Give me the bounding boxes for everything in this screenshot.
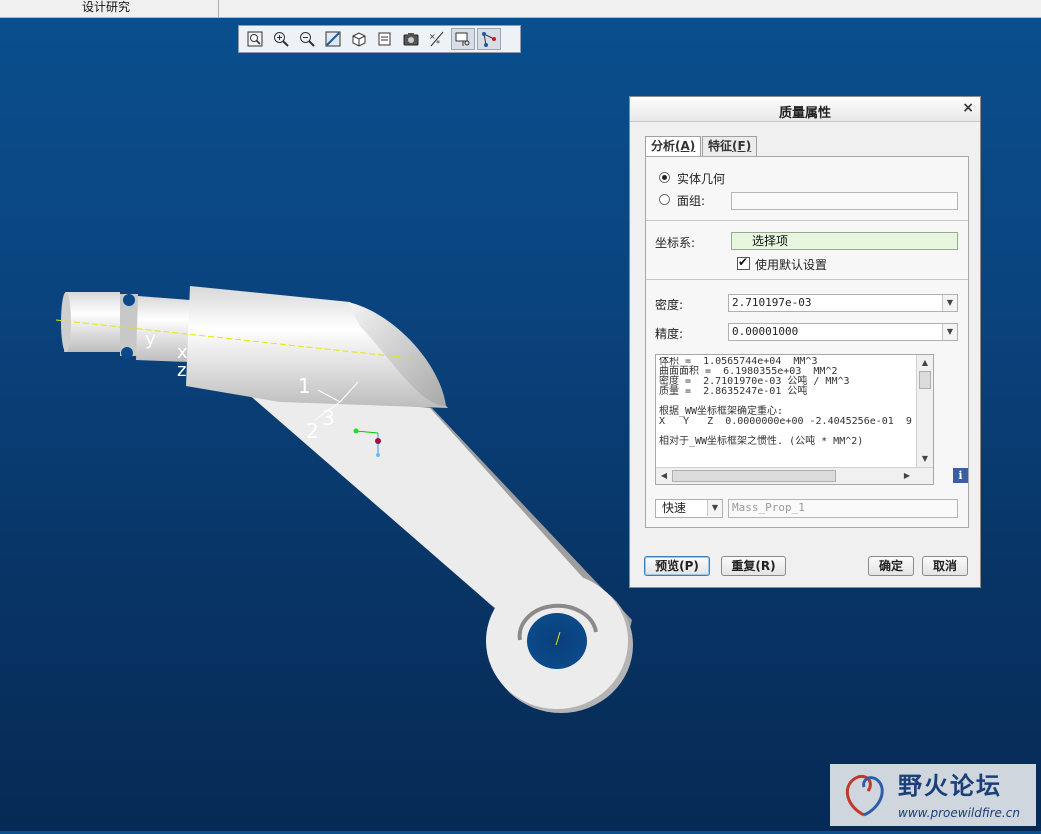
density-field[interactable]: 2.710197e-03 ▼ bbox=[728, 294, 958, 312]
density-value: 2.710197e-03 bbox=[732, 296, 812, 309]
tab-feature-label: 特征 bbox=[708, 139, 733, 153]
chevron-down-icon[interactable]: ▼ bbox=[707, 500, 722, 516]
watermark-url: www.proewildfire.cn bbox=[898, 806, 1020, 820]
tab-feature[interactable]: 特征(F) bbox=[702, 136, 758, 156]
cancel-button[interactable]: 取消 bbox=[922, 556, 968, 576]
density-label: 密度: bbox=[655, 298, 684, 312]
scroll-down-icon[interactable]: ▼ bbox=[918, 452, 932, 466]
quilt-collector[interactable] bbox=[731, 192, 958, 210]
saved-views-icon bbox=[378, 32, 391, 46]
ribbon-tab[interactable]: 设计研究 bbox=[0, 0, 219, 17]
ok-button[interactable]: 确定 bbox=[868, 556, 914, 576]
zoom-in-icon bbox=[274, 32, 289, 47]
forum-watermark: 野火论坛 www.proewildfire.cn bbox=[830, 764, 1036, 826]
info-icon[interactable]: i bbox=[953, 468, 968, 483]
analysis-panel: 实体几何 面组: 坐标系: 选择项 使用默认设置 密度: 2.710197e-0… bbox=[645, 156, 969, 528]
accuracy-field[interactable]: 0.00001000 ▼ bbox=[728, 323, 958, 341]
repeat-button[interactable]: 重复(R) bbox=[721, 556, 786, 576]
scroll-left-icon[interactable]: ◀ bbox=[657, 469, 671, 483]
quilt-label: 面组: bbox=[677, 194, 706, 208]
datum-display-button[interactable]: × * bbox=[425, 28, 449, 50]
ribbon-tab-label: 设计研究 bbox=[82, 0, 131, 14]
scroll-thumb[interactable] bbox=[919, 371, 931, 389]
results-line: 相对于_WW坐标框架之惯性. (公吨 * MM^2) bbox=[659, 436, 864, 447]
view-manager-button[interactable] bbox=[399, 28, 423, 50]
vertical-scrollbar[interactable]: ▲ ▼ bbox=[916, 355, 933, 467]
divider bbox=[646, 279, 968, 280]
refit-zoom-icon bbox=[247, 31, 263, 47]
watermark-title: 野火论坛 bbox=[898, 772, 1002, 800]
accuracy-label: 精度: bbox=[655, 327, 684, 341]
solid-geometry-label: 实体几何 bbox=[677, 172, 726, 186]
csys-label-1: 1 bbox=[298, 374, 311, 398]
results-text: 体积 = 1.0565744e+04 MM^3 曲面面积 = 6.1980355e… bbox=[659, 357, 915, 447]
dialog-title-bar[interactable]: 质量属性 × bbox=[630, 97, 980, 122]
scroll-up-icon[interactable]: ▲ bbox=[918, 356, 932, 370]
svg-text:*: * bbox=[436, 39, 440, 48]
svg-text:×: × bbox=[429, 32, 436, 41]
reorient-icon bbox=[325, 31, 341, 47]
point-display-button[interactable] bbox=[477, 28, 501, 50]
zoom-out-button[interactable] bbox=[295, 28, 319, 50]
mass-properties-dialog: 质量属性 × 分析(A) 特征(F) 实体几何 面组: 坐标系: 选择项 使用默… bbox=[629, 96, 981, 588]
tab-feature-mnemonic: (F) bbox=[732, 139, 752, 153]
solid-geometry-radio[interactable] bbox=[659, 172, 670, 183]
saved-views-button[interactable] bbox=[373, 28, 397, 50]
quilt-radio[interactable] bbox=[659, 194, 670, 205]
point-display-icon bbox=[482, 32, 496, 47]
chevron-down-icon[interactable]: ▼ bbox=[942, 324, 957, 340]
dialog-title: 质量属性 bbox=[778, 106, 831, 121]
reorient-button[interactable] bbox=[321, 28, 345, 50]
datum-display-icon: ×* bbox=[429, 31, 444, 48]
divider bbox=[646, 220, 968, 221]
scroll-thumb[interactable] bbox=[672, 470, 836, 482]
zoom-out-icon bbox=[300, 32, 315, 47]
results-area[interactable]: 体积 = 1.0565744e+04 MM^3 曲面面积 = 6.1980355e… bbox=[655, 354, 934, 485]
csys-label-3: 3 bbox=[322, 406, 335, 430]
refit-zoom-button[interactable] bbox=[243, 28, 267, 50]
csys-collector[interactable]: 选择项 bbox=[731, 232, 958, 250]
results-line: 质量 = 2.8635247e-01 公吨 bbox=[659, 386, 808, 397]
analysis-name-field[interactable]: Mass_Prop_1 bbox=[728, 499, 958, 518]
tab-analysis-mnemonic: (A) bbox=[675, 139, 696, 153]
preview-button[interactable]: 预览(P) bbox=[644, 556, 710, 576]
menu-bar: 设计研究 bbox=[0, 0, 1041, 18]
horizontal-scrollbar[interactable]: ◀ ▶ bbox=[656, 467, 933, 484]
close-icon[interactable]: × bbox=[962, 100, 974, 116]
view-manager-icon bbox=[403, 33, 419, 46]
csys-label-y: y bbox=[145, 329, 156, 350]
accuracy-value: 0.00001000 bbox=[732, 325, 799, 338]
display-style-icon bbox=[352, 32, 366, 47]
logo-icon bbox=[846, 774, 884, 817]
display-style-button[interactable] bbox=[347, 28, 371, 50]
csys-label: 坐标系: bbox=[655, 236, 696, 250]
use-default-checkbox[interactable] bbox=[737, 255, 750, 270]
view-toolbar: × * bbox=[238, 25, 521, 53]
use-default-label: 使用默认设置 bbox=[755, 258, 828, 272]
scroll-right-icon[interactable]: ▶ bbox=[900, 469, 914, 483]
zoom-in-button[interactable] bbox=[269, 28, 293, 50]
chevron-down-icon[interactable]: ▼ bbox=[942, 295, 957, 311]
csys-label-z: z bbox=[177, 360, 186, 381]
csys-label-2: 2 bbox=[306, 419, 319, 443]
annotation-display-button[interactable] bbox=[451, 28, 475, 50]
mode-value: 快速 bbox=[662, 501, 687, 515]
tab-analysis-label: 分析 bbox=[651, 139, 676, 153]
results-line: X Y Z 0.0000000e+00 -2.4045256e-01 9 bbox=[659, 416, 912, 427]
tab-analysis[interactable]: 分析(A) bbox=[645, 136, 702, 157]
annotation-display-icon bbox=[455, 32, 470, 46]
mode-select[interactable]: 快速 ▼ bbox=[655, 499, 723, 518]
